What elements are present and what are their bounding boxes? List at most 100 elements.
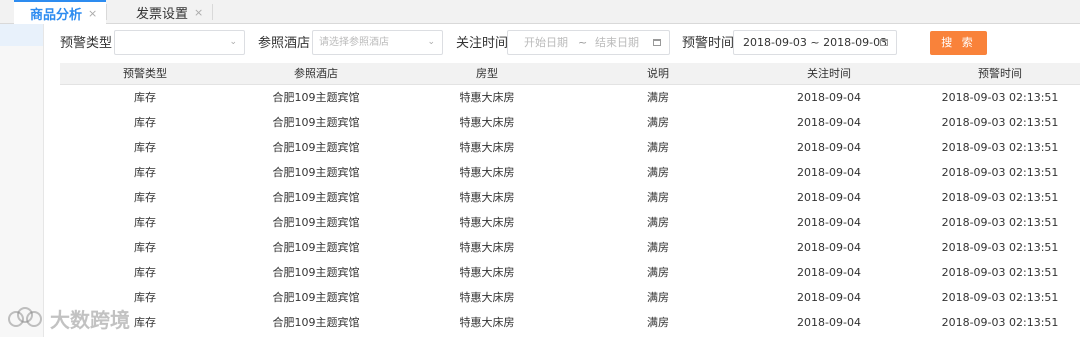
cell-room-type: 特惠大床房: [459, 241, 515, 254]
cell-alert-time: 2018-09-03 02:13:51: [941, 166, 1059, 179]
tab-bar: 商品分析 × 发票设置 ×: [0, 0, 1080, 25]
cell-note: 满房: [647, 216, 669, 229]
cell-room-type: 特惠大床房: [459, 291, 515, 304]
cell-note: 满房: [647, 241, 669, 254]
cell-alert-type: 库存: [134, 291, 156, 304]
cell-alert-type: 库存: [134, 316, 156, 329]
cell-alert-type: 库存: [134, 116, 156, 129]
table-row[interactable]: 库存 合肥109主题宾馆 特惠大床房 满房 2018-09-04 2018-09-03 0…: [60, 160, 1080, 185]
cell-alert-time: 2018-09-03 02:13:51: [941, 191, 1059, 204]
cell-alert-type: 库存: [134, 266, 156, 279]
tab-divider: [212, 4, 213, 20]
cell-room-type: 特惠大床房: [459, 91, 515, 104]
cell-follow-time: 2018-09-04: [797, 216, 861, 229]
column-header[interactable]: 预警时间: [925, 63, 1075, 85]
sidebar-item-selected[interactable]: [0, 24, 43, 46]
column-header[interactable]: 关注时间: [764, 63, 894, 85]
cell-alert-type: 库存: [134, 191, 156, 204]
start-date-placeholder: 开始日期: [524, 36, 568, 49]
cell-alert-type: 库存: [134, 166, 156, 179]
cell-follow-time: 2018-09-04: [797, 291, 861, 304]
column-header[interactable]: 说明: [618, 63, 698, 85]
ref-hotel-placeholder: 请选择参照酒店: [319, 37, 389, 48]
calendar-icon: [653, 39, 661, 46]
cell-alert-time: 2018-09-03 02:13:51: [941, 141, 1059, 154]
cell-ref-hotel: 合肥109主题宾馆: [272, 141, 360, 154]
cell-alert-time: 2018-09-03 02:13:51: [941, 116, 1059, 129]
cell-note: 满房: [647, 91, 669, 104]
close-icon[interactable]: ×: [88, 7, 97, 20]
tab-label: 发票设置: [136, 6, 189, 22]
cell-alert-type: 库存: [134, 216, 156, 229]
chevron-down-icon: ⌄: [229, 37, 237, 47]
cell-ref-hotel: 合肥109主题宾馆: [272, 91, 360, 104]
cell-alert-type: 库存: [134, 141, 156, 154]
column-header[interactable]: 预警类型: [105, 63, 185, 85]
cell-note: 满房: [647, 316, 669, 329]
alert-time-label: 预警时间: [682, 36, 735, 51]
follow-time-range[interactable]: 开始日期 ~ 结束日期: [507, 30, 670, 55]
cell-follow-time: 2018-09-04: [797, 141, 861, 154]
cell-room-type: 特惠大床房: [459, 191, 515, 204]
cell-ref-hotel: 合肥109主题宾馆: [272, 316, 360, 329]
cell-follow-time: 2018-09-04: [797, 191, 861, 204]
cell-alert-time: 2018-09-03 02:13:51: [941, 266, 1059, 279]
table-row[interactable]: 库存 合肥109主题宾馆 特惠大床房 满房 2018-09-04 2018-09-03 0…: [60, 135, 1080, 160]
table-row[interactable]: 库存 合肥109主题宾馆 特惠大床房 满房 2018-09-04 2018-09-03 0…: [60, 185, 1080, 210]
cell-room-type: 特惠大床房: [459, 266, 515, 279]
cell-room-type: 特惠大床房: [459, 141, 515, 154]
alert-type-select[interactable]: ⌄: [114, 30, 245, 55]
cell-note: 满房: [647, 191, 669, 204]
ref-hotel-label: 参照酒店: [258, 36, 311, 51]
cell-ref-hotel: 合肥109主题宾馆: [272, 216, 360, 229]
table-row[interactable]: 库存 合肥109主题宾馆 特惠大床房 满房 2018-09-04 2018-09-03 0…: [60, 210, 1080, 235]
ref-hotel-select[interactable]: 请选择参照酒店 ⌄: [312, 30, 443, 55]
table-header: 预警类型 参照酒店 房型 说明 关注时间 预警时间: [60, 63, 1080, 85]
cell-follow-time: 2018-09-04: [797, 316, 861, 329]
tab-invoice-settings[interactable]: 发票设置 ×: [120, 0, 212, 24]
tab-product-analysis[interactable]: 商品分析 ×: [14, 0, 106, 25]
cell-follow-time: 2018-09-04: [797, 116, 861, 129]
end-date-placeholder: 结束日期: [595, 36, 639, 49]
table-row[interactable]: 库存 合肥109主题宾馆 特惠大床房 满房 2018-09-04 2018-09-03 0…: [60, 85, 1080, 110]
table-row[interactable]: 库存 合肥109主题宾馆 特惠大床房 满房 2018-09-04 2018-09-03 0…: [60, 235, 1080, 260]
table-row[interactable]: 库存 合肥109主题宾馆 特惠大床房 满房 2018-09-04 2018-09-03 0…: [60, 310, 1080, 335]
cell-alert-time: 2018-09-03 02:13:51: [941, 316, 1059, 329]
cell-note: 满房: [647, 291, 669, 304]
cell-ref-hotel: 合肥109主题宾馆: [272, 291, 360, 304]
cell-note: 满房: [647, 266, 669, 279]
sidebar: [0, 24, 44, 337]
cell-alert-time: 2018-09-03 02:13:51: [941, 291, 1059, 304]
cell-room-type: 特惠大床房: [459, 316, 515, 329]
range-separator: ~: [578, 36, 588, 49]
cell-ref-hotel: 合肥109主题宾馆: [272, 116, 360, 129]
cell-room-type: 特惠大床房: [459, 116, 515, 129]
cell-note: 满房: [647, 141, 669, 154]
calendar-icon: [880, 39, 888, 46]
tab-label: 商品分析: [30, 8, 83, 23]
cell-alert-time: 2018-09-03 02:13:51: [941, 216, 1059, 229]
table-row[interactable]: 库存 合肥109主题宾馆 特惠大床房 满房 2018-09-04 2018-09-03 0…: [60, 285, 1080, 310]
cell-alert-type: 库存: [134, 91, 156, 104]
cell-follow-time: 2018-09-04: [797, 241, 861, 254]
chevron-down-icon: ⌄: [427, 37, 435, 47]
cell-ref-hotel: 合肥109主题宾馆: [272, 241, 360, 254]
cell-alert-time: 2018-09-03 02:13:51: [941, 241, 1059, 254]
column-header[interactable]: 参照酒店: [256, 63, 376, 85]
cell-note: 满房: [647, 116, 669, 129]
cell-note: 满房: [647, 166, 669, 179]
column-header[interactable]: 房型: [437, 63, 537, 85]
close-icon[interactable]: ×: [194, 6, 203, 19]
cell-ref-hotel: 合肥109主题宾馆: [272, 191, 360, 204]
table-row[interactable]: 库存 合肥109主题宾馆 特惠大床房 满房 2018-09-04 2018-09-03 0…: [60, 260, 1080, 285]
tab-divider: [106, 4, 107, 20]
cell-alert-type: 库存: [134, 241, 156, 254]
alert-type-label: 预警类型: [60, 36, 113, 51]
table-row[interactable]: 库存 合肥109主题宾馆 特惠大床房 满房 2018-09-04 2018-09-03 0…: [60, 110, 1080, 135]
cell-follow-time: 2018-09-04: [797, 166, 861, 179]
cell-room-type: 特惠大床房: [459, 216, 515, 229]
search-button[interactable]: 搜 索: [930, 31, 987, 55]
alert-time-range[interactable]: 2018-09-03 ~ 2018-09-03: [733, 30, 897, 55]
cell-follow-time: 2018-09-04: [797, 266, 861, 279]
cell-ref-hotel: 合肥109主题宾馆: [272, 166, 360, 179]
